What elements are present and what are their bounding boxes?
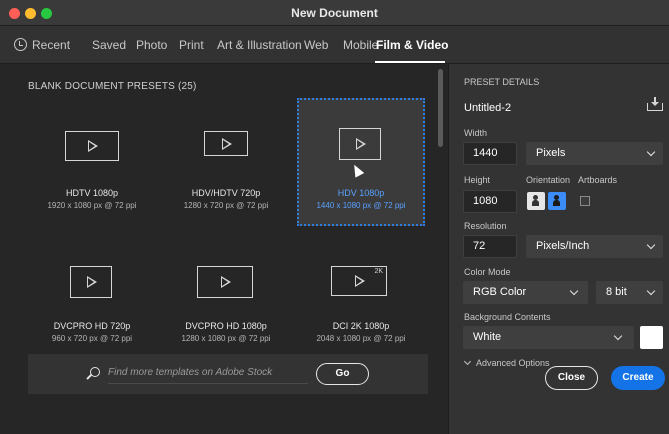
chevron-down-icon [646,240,656,250]
tab-film-video[interactable]: Film & Video [376,38,448,52]
artboards-checkbox[interactable] [580,196,590,206]
bit-depth-value: 8 bit [606,286,627,298]
preset-hdtv-1080p[interactable]: HDTV 1080p 1920 x 1080 px @ 72 ppi [28,98,156,226]
height-label: Height [464,175,491,185]
preset-details-panel: PRESET DETAILS Untitled-2 Width 1440 Pix… [448,64,669,434]
presets-heading: BLANK DOCUMENT PRESETS (25) [28,81,197,92]
preset-dims: 1280 x 1080 px @ 72 ppi [181,334,271,343]
video-document-icon: 2K [331,266,387,296]
tab-web[interactable]: Web [304,38,328,52]
orientation-label: Orientation [526,175,571,185]
person-icon [553,195,560,206]
tab-mobile[interactable]: Mobile [343,38,378,52]
preset-dims: 2048 x 1080 px @ 72 ppi [316,334,406,343]
preset-hdv-hdtv-720p[interactable]: HDV/HDTV 720p 1280 x 720 px @ 72 ppi [162,98,290,226]
tab-print[interactable]: Print [179,38,204,52]
tab-art-illustration[interactable]: Art & Illustration [217,38,302,52]
presets-panel: BLANK DOCUMENT PRESETS (25) HDTV 1080p 1… [0,64,448,434]
resolution-unit-select[interactable]: Pixels/Inch [526,235,663,258]
background-contents-value: White [473,331,502,343]
width-unit-value: Pixels [536,147,566,159]
document-name-field[interactable]: Untitled-2 [464,102,511,114]
color-mode-label: Color Mode [464,267,511,277]
preset-dci-2k-1080p[interactable]: 2K DCI 2K 1080p 2048 x 1080 px @ 72 ppi [297,237,425,365]
color-mode-select[interactable]: RGB Color [463,281,588,304]
width-input[interactable]: 1440 [463,142,517,165]
2k-badge: 2K [374,268,383,275]
preset-name: HDV/HDTV 720p [191,188,261,198]
bit-depth-select[interactable]: 8 bit [596,281,663,304]
stock-search-bar: Go [28,354,428,394]
presets-scrollbar[interactable] [438,69,443,147]
play-icon [221,276,231,288]
play-icon [355,275,365,287]
search-icon [90,367,100,377]
video-document-icon [204,131,248,156]
search-underline [108,383,308,384]
video-document-icon [197,266,253,298]
tab-recent[interactable]: Recent [32,38,70,52]
resolution-label: Resolution [464,221,507,231]
play-icon [87,276,97,288]
chevron-down-icon [463,357,472,366]
portrait-orientation-button[interactable] [527,192,545,210]
advanced-options-toggle[interactable]: Advanced Options [476,358,550,368]
active-tab-indicator [375,61,445,63]
details-heading: PRESET DETAILS [464,77,540,87]
play-icon [88,140,98,152]
preset-dims: 960 x 720 px @ 72 ppi [51,334,133,343]
clock-icon [14,38,27,51]
chevron-down-icon [569,286,579,296]
tab-saved[interactable]: Saved [92,38,126,52]
background-contents-select[interactable]: White [463,326,634,349]
background-contents-label: Background Contents [464,312,551,322]
preset-name: HDV 1080p [337,188,385,198]
stock-search-input[interactable] [108,367,308,378]
preset-name: DCI 2K 1080p [332,321,390,331]
resolution-input[interactable]: 72 [463,235,517,258]
video-document-icon [65,131,119,161]
person-icon [532,195,539,206]
color-mode-value: RGB Color [473,286,527,298]
preset-name: HDTV 1080p [65,188,119,198]
preset-dims: 1440 x 1080 px @ 72 ppi [316,201,406,210]
title-bar: New Document [0,0,669,26]
artboards-label: Artboards [578,175,618,185]
video-document-icon [339,128,381,160]
go-button[interactable]: Go [316,363,369,385]
window-title: New Document [291,6,378,20]
preset-dims: 1280 x 720 px @ 72 ppi [183,201,269,210]
play-icon [356,138,366,150]
landscape-orientation-button[interactable] [548,192,566,210]
preset-dvcpro-hd-1080p[interactable]: DVCPRO HD 1080p 1280 x 1080 px @ 72 ppi [162,237,290,365]
chevron-down-icon [613,331,623,341]
create-button[interactable]: Create [611,366,665,390]
width-label: Width [464,128,488,138]
height-input[interactable]: 1080 [463,190,517,213]
preset-hdv-1080p[interactable]: HDV 1080p 1440 x 1080 px @ 72 ppi [297,98,425,226]
preset-dims: 1920 x 1080 px @ 72 ppi [47,201,137,210]
chevron-down-icon [646,286,656,296]
resolution-unit-value: Pixels/Inch [536,240,590,252]
preset-dvcpro-hd-720p[interactable]: DVCPRO HD 720p 960 x 720 px @ 72 ppi [28,237,156,365]
close-button[interactable]: Close [545,366,598,390]
width-unit-select[interactable]: Pixels [526,142,663,165]
category-tabs: Recent Saved Photo Print Art & Illustrat… [0,26,669,64]
background-color-swatch[interactable] [640,326,663,349]
video-document-icon [70,266,112,298]
preset-name: DVCPRO HD 1080p [185,321,267,331]
chevron-down-icon [646,147,656,157]
save-preset-icon[interactable] [647,97,663,111]
play-icon [222,137,232,150]
preset-name: DVCPRO HD 720p [53,321,131,331]
tab-photo[interactable]: Photo [136,38,167,52]
